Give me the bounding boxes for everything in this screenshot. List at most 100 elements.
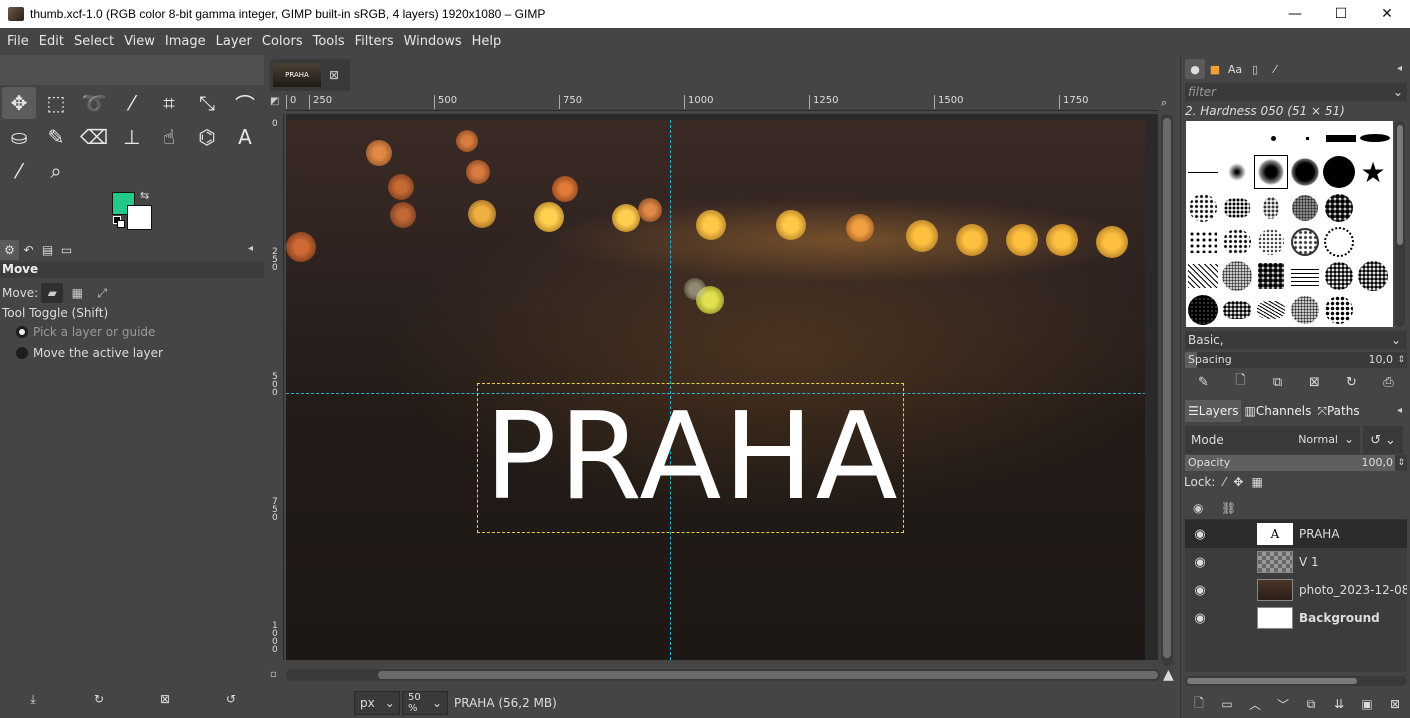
brush-swatch[interactable] (1356, 259, 1390, 293)
fuzzy-select-tool-icon[interactable]: ⁄ (115, 87, 149, 119)
image-canvas[interactable]: PRAHA (286, 120, 1145, 660)
open-brush-as-image-icon[interactable]: ⎙ (1370, 372, 1407, 392)
layer-row[interactable]: ◉ Background (1185, 604, 1407, 632)
radio-pick-layer-dot[interactable] (16, 326, 28, 338)
eraser-tool-icon[interactable]: ⌫ (77, 121, 111, 153)
duplicate-layer-icon[interactable]: ⧉ (1297, 695, 1325, 713)
quick-mask-toggle-icon[interactable]: ▫ (270, 669, 277, 680)
rect-select-tool-icon[interactable]: ⬚ (39, 87, 73, 119)
tab-paths[interactable]: ⤧ Paths (1314, 400, 1362, 422)
layers-menu-icon[interactable]: ◂ (1397, 405, 1402, 416)
layer-row[interactable]: ◉ V 1 (1185, 548, 1407, 576)
menu-colors[interactable]: Colors (257, 34, 308, 49)
brush-swatch[interactable] (1220, 259, 1254, 293)
swap-colors-icon[interactable]: ⇆ (140, 189, 149, 202)
crop-tool-icon[interactable]: ⌗ (152, 87, 186, 119)
layer-row[interactable]: ◉ photo_2023-12-08_08 (1185, 576, 1407, 604)
layer-mode-select[interactable]: Mode Normal ⌄ (1185, 426, 1360, 454)
document-history-tab-icon[interactable]: ▯ (1245, 59, 1265, 79)
restore-tool-preset-icon[interactable]: ↻ (66, 692, 132, 716)
paths-tool-icon[interactable]: ⌬ (190, 121, 224, 153)
smudge-tool-icon[interactable]: ☝ (152, 121, 186, 153)
brush-swatch[interactable] (1288, 225, 1322, 259)
minimize-button[interactable]: — (1272, 0, 1318, 28)
brush-swatch[interactable] (1220, 155, 1254, 189)
close-image-icon[interactable]: ⊠ (329, 68, 339, 82)
add-mask-icon[interactable]: ▣ (1353, 695, 1381, 713)
lower-layer-icon[interactable]: ﹀ (1269, 695, 1297, 713)
lock-alpha-icon[interactable]: ▦ (1251, 475, 1262, 489)
new-brush-icon[interactable]: 🗋 (1222, 372, 1259, 392)
menu-select[interactable]: Select (69, 34, 119, 49)
brush-swatch[interactable] (1186, 191, 1220, 225)
default-colors-icon[interactable] (113, 216, 125, 228)
menu-tools[interactable]: Tools (308, 34, 350, 49)
brush-swatch[interactable] (1322, 225, 1356, 259)
delete-tool-preset-icon[interactable]: ⊠ (132, 692, 198, 716)
brush-swatch[interactable] (1322, 293, 1356, 327)
brush-filter-input[interactable]: filter ⌄ (1185, 83, 1407, 101)
tab-layers[interactable]: ☰ Layers (1185, 400, 1242, 422)
brush-swatch[interactable] (1254, 191, 1288, 225)
quick-mask-corner-icon[interactable]: ◩ (270, 96, 279, 107)
brush-swatch[interactable] (1322, 155, 1356, 189)
brush-swatch[interactable] (1186, 225, 1220, 259)
menu-filters[interactable]: Filters (350, 34, 399, 49)
menu-layer[interactable]: Layer (211, 34, 257, 49)
undo-history-tab-icon[interactable]: ↶ (19, 240, 38, 260)
brush-swatch[interactable] (1358, 121, 1392, 155)
scale-tool-icon[interactable]: ⤡ (190, 87, 224, 119)
zoom-fit-icon[interactable]: ⌕ (1161, 96, 1167, 110)
refresh-brushes-icon[interactable]: ↻ (1333, 372, 1370, 392)
reset-tool-options-icon[interactable]: ↺ (198, 692, 264, 716)
move-layer-icon[interactable]: ▰ (41, 283, 64, 303)
brush-swatch[interactable] (1288, 191, 1322, 225)
brush-swatch[interactable] (1186, 155, 1220, 189)
brush-star-swatch[interactable]: ★ (1356, 155, 1390, 189)
brush-swatch[interactable] (1220, 191, 1254, 225)
chevron-down-icon[interactable]: ⌄ (1393, 83, 1403, 101)
device-status-tab-icon[interactable]: ▤ (38, 240, 57, 260)
horizontal-scrollbar[interactable] (286, 669, 1160, 681)
duplicate-brush-icon[interactable]: ⧉ (1259, 372, 1296, 392)
brush-swatch[interactable] (1288, 155, 1322, 189)
brush-grid-scrollbar[interactable] (1395, 121, 1405, 327)
images-tab-icon[interactable]: ▭ (57, 240, 76, 260)
unit-selector[interactable]: px ⌄ (354, 690, 400, 715)
brush-swatch[interactable] (1324, 121, 1358, 155)
maximize-button[interactable]: ☐ (1318, 0, 1364, 28)
praha-text-layer[interactable]: PRAHA (462, 388, 922, 528)
brush-swatch[interactable] (1256, 121, 1290, 155)
mode-reset-button[interactable]: ↺ ⌄ (1363, 426, 1403, 454)
move-tool-icon[interactable]: ✥ (2, 87, 36, 119)
brush-swatch-selected[interactable] (1254, 155, 1288, 189)
brush-swatch[interactable] (1288, 293, 1322, 327)
tab-channels[interactable]: ▥ Channels (1241, 400, 1314, 422)
image-tab[interactable]: PRAHA ⊠ (270, 59, 350, 91)
delete-brush-icon[interactable]: ⊠ (1296, 372, 1333, 392)
new-layer-icon[interactable]: 🗋 (1185, 695, 1213, 713)
opacity-slider[interactable]: Opacity 100,0 ⇕ (1185, 455, 1407, 471)
zoom-tool-icon[interactable]: ⌕ (39, 155, 73, 187)
fonts-tab-icon[interactable]: Aa (1225, 59, 1245, 79)
color-picker-tool-icon[interactable]: ⁄ (2, 155, 36, 187)
navigate-icon[interactable]: ▲ (1163, 667, 1174, 683)
merge-layer-icon[interactable]: ⇊ (1325, 695, 1353, 713)
brush-swatch[interactable] (1254, 259, 1288, 293)
menu-image[interactable]: Image (160, 34, 211, 49)
menu-view[interactable]: View (119, 34, 160, 49)
menu-help[interactable]: Help (467, 34, 507, 49)
brush-swatch[interactable] (1254, 225, 1288, 259)
brush-swatch[interactable] (1220, 293, 1254, 327)
lock-position-icon[interactable]: ✥ (1233, 475, 1243, 489)
delete-layer-icon[interactable]: ⊠ (1381, 695, 1409, 713)
tool-options-tab-icon[interactable]: ⚙ (0, 240, 19, 260)
zoom-selector[interactable]: 50 % ⌄ (402, 690, 448, 715)
new-layer-group-icon[interactable]: ▭ (1213, 695, 1241, 713)
brushes-menu-icon[interactable]: ◂ (1397, 63, 1402, 74)
paintbrush-tool-icon[interactable]: ✎ (39, 121, 73, 153)
move-path-icon[interactable]: ⤢ (91, 283, 113, 303)
radio-move-active-dot[interactable] (16, 347, 28, 359)
move-selection-icon[interactable]: ▦ (66, 283, 88, 303)
menu-file[interactable]: File (2, 34, 34, 49)
